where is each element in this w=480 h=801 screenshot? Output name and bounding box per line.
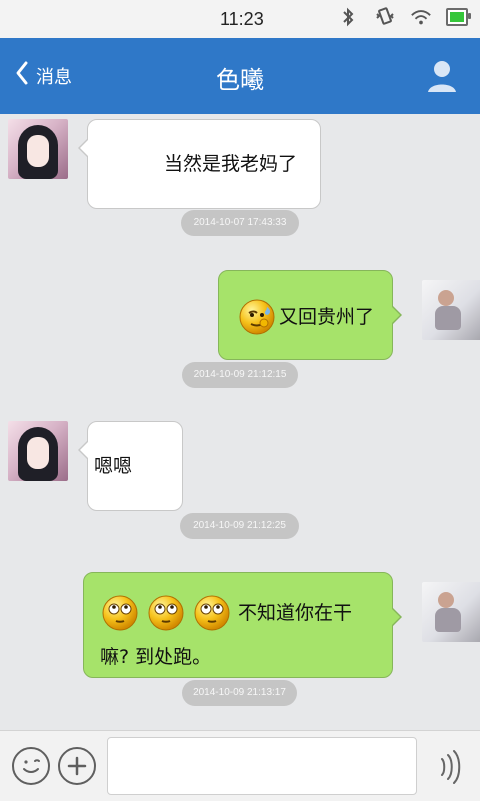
status-icons [338,6,471,28]
wifi-icon [410,6,432,28]
message-text-line1: 不知道你在干 [238,602,353,624]
message-bubble-right[interactable]: 不知道你在干 嘛? 到处跑。 [83,572,402,678]
chat-title: 色曦 [216,66,264,94]
timestamp: 2014-10-07 17:43:33 [181,210,299,236]
status-bar: 11:23 [0,0,480,38]
bluetooth-icon [338,6,360,28]
message-input[interactable] [107,737,417,795]
plus-icon[interactable] [58,747,96,785]
message-bubble-right[interactable]: 又回贵州了 [218,270,402,360]
my-avatar[interactable] [422,280,480,340]
message-text-line2: 嘛? 到处跑。 [100,646,212,668]
message-text: 嗯嗯 [94,455,133,477]
friend-avatar[interactable] [8,421,68,481]
profile-icon[interactable] [422,56,462,96]
timestamp: 2014-10-09 21:13:17 [182,680,297,706]
vibrate-icon [374,6,396,28]
battery-icon [446,6,471,28]
timestamp: 2014-10-09 21:12:15 [182,362,298,388]
eyeroll-emoji-icon [100,593,140,633]
sweat-think-emoji-icon [237,297,277,337]
eyeroll-emoji-icon [146,593,186,633]
input-bar [0,730,480,801]
timestamp: 2014-10-09 21:12:25 [180,513,299,539]
voice-icon[interactable] [432,747,468,787]
message-bubble-left[interactable]: 当然是我老妈了 [78,119,321,209]
friend-avatar[interactable] [8,119,68,179]
nav-bar: 消息 色曦 [0,38,480,114]
my-avatar[interactable] [422,582,480,642]
chat-area: 当然是我老妈了 2014-10-07 17:43:33 又回贵州了 2014-1… [0,114,480,730]
message-bubble-left[interactable]: 嗯嗯 [78,421,183,511]
message-text: 又回贵州了 [279,306,375,328]
emoji-icon[interactable] [12,747,50,785]
status-time: 11:23 [220,9,264,29]
eyeroll-emoji-icon [192,593,232,633]
message-text: 当然是我老妈了 [164,153,298,175]
